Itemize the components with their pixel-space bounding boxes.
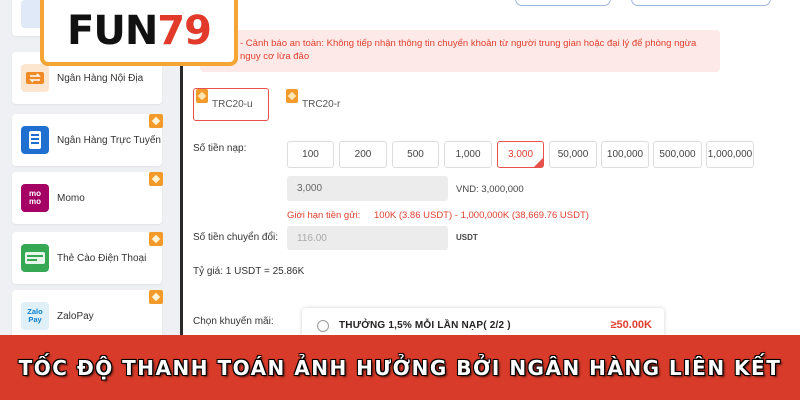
deposit-limit-value: 100K (3.86 USDT) - 1,000,000K (38,669.76… — [374, 210, 589, 221]
network-tab-trc20-r[interactable]: TRC20-r — [283, 88, 355, 121]
amount-label: Số tiền nạp: — [193, 143, 247, 154]
convert-amount-field: 116.00 — [287, 226, 448, 250]
amount-option[interactable]: 500 — [392, 141, 439, 168]
vnd-equivalent: VND: 3,000,000 — [456, 184, 524, 195]
amount-option-selected[interactable]: 3,000 — [497, 141, 544, 168]
amount-option[interactable]: 100 — [287, 141, 334, 168]
promo-minimum: ≥50.00K — [610, 319, 652, 331]
amount-input[interactable]: 3,000 — [287, 176, 448, 201]
promo-title: THƯỞNG 1,5% MỖI LẦN NẠP( 2/2 ) — [339, 320, 511, 331]
amount-option[interactable]: 100,000 — [601, 141, 649, 168]
sidebar-item-label: Thẻ Cào Điện Thoại — [57, 252, 147, 264]
logo-digits: 79 — [157, 8, 212, 54]
promo-badge-icon — [149, 232, 163, 246]
network-tab-trc20-u[interactable]: TRC20-u — [193, 88, 269, 121]
exchange-rate: Tỷ giá: 1 USDT = 25.86K — [193, 266, 305, 277]
phone-card-icon — [21, 244, 49, 272]
brand-logo: FUN 79 — [40, 0, 238, 66]
zalopay-icon: Zalo Pay — [21, 302, 49, 330]
promo-badge-icon — [149, 290, 163, 304]
promo-badge-icon — [149, 114, 163, 128]
logo-word: FUN — [67, 8, 158, 54]
amount-option[interactable]: 1,000,000 — [706, 141, 754, 168]
sidebar-item-label: Ngân Hàng Trực Tuyến — [57, 134, 161, 146]
caption-banner: TỐC ĐỘ THANH TOÁN ẢNH HƯỞNG BỞI NGÂN HÀN… — [0, 335, 800, 400]
bank-transfer-icon — [21, 64, 49, 92]
amount-option[interactable]: 50,000 — [549, 141, 597, 168]
promo-option[interactable]: THƯỞNG 1,5% MỖI LẦN NẠP( 2/2 ) ≥50.00K — [302, 308, 664, 338]
promo-label: Chọn khuyến mãi: — [193, 316, 274, 327]
momo-icon: mo mo — [21, 184, 49, 212]
amount-option[interactable]: 200 — [339, 141, 387, 168]
top-tab-pill[interactable] — [631, 0, 771, 6]
amount-option[interactable]: 500,000 — [653, 141, 702, 168]
convert-label: Số tiền chuyển đổi: — [193, 232, 279, 243]
sidebar-item-label: Ngân Hàng Nội Địa — [57, 72, 144, 84]
banner-text: TỐC ĐỘ THANH TOÁN ẢNH HƯỞNG BỞI NGÂN HÀN… — [18, 355, 782, 380]
convert-unit: USDT — [456, 233, 478, 242]
promo-badge-icon — [149, 172, 163, 186]
sidebar-item-online-bank[interactable]: Ngân Hàng Trực Tuyến — [12, 114, 163, 166]
sidebar-item-momo[interactable]: mo mo Momo — [12, 172, 163, 224]
top-tab-pill[interactable] — [515, 0, 611, 6]
amount-option[interactable]: 1,000 — [444, 141, 492, 168]
deposit-limit-label: Giới hạn tiền gửi: — [287, 210, 361, 221]
sidebar-item-label: ZaloPay — [57, 310, 94, 322]
mobile-banking-icon — [21, 126, 49, 154]
safety-warning: - Cảnh báo an toàn: Không tiếp nhận thôn… — [200, 30, 720, 72]
sidebar-item-label: Momo — [57, 192, 85, 204]
promo-flag-icon — [286, 89, 298, 103]
promo-flag-icon — [196, 89, 208, 103]
promo-radio[interactable] — [317, 320, 329, 332]
sidebar-item-phone-card[interactable]: Thẻ Cào Điện Thoại — [12, 232, 163, 284]
